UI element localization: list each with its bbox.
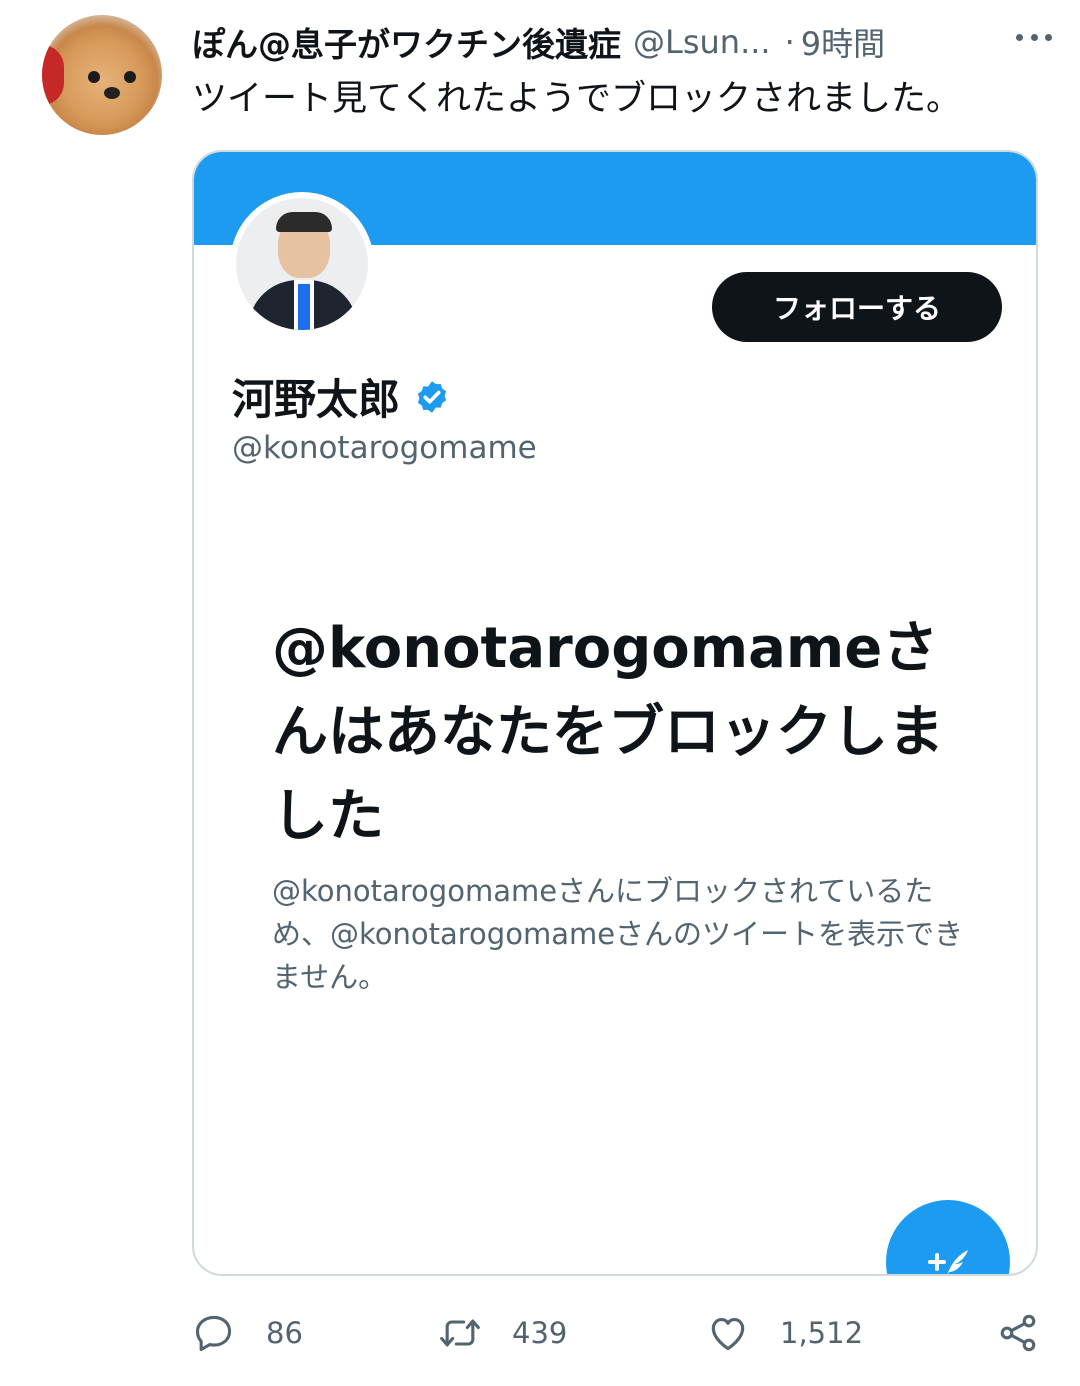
blocked-description: @konotarogomameさんにブロックされているため、@konotarog…	[272, 874, 964, 994]
author-display-name[interactable]: ぽん@息子がワクチン後遺症	[192, 18, 621, 66]
separator-dot: ·	[784, 23, 795, 61]
tweet-timestamp[interactable]: 9時間	[801, 19, 885, 65]
tweet-header: ぽん@息子がワクチン後遺症 @Lsun... · 9時間	[192, 12, 1052, 72]
share-icon	[1000, 1314, 1036, 1352]
profile-avatar	[230, 192, 374, 336]
retweet-icon	[440, 1319, 480, 1347]
like-icon	[711, 1318, 745, 1351]
retweet-button[interactable]: 439	[438, 1310, 567, 1356]
reply-icon	[195, 1315, 232, 1352]
author-avatar[interactable]	[42, 15, 162, 135]
avatar-background-red	[42, 45, 64, 105]
like-count: 1,512	[780, 1316, 864, 1350]
tweet-media-image[interactable]: フォローする 河野太郎 @konotarogomame @konotarogom…	[192, 150, 1038, 1276]
blocked-title: @konotarogomameさんはあなたをブロックしました	[272, 616, 944, 849]
author-handle[interactable]: @Lsun...	[633, 23, 771, 61]
retweet-count: 439	[512, 1316, 568, 1350]
profile-name: 河野太郎	[232, 375, 401, 424]
compose-icon	[928, 1250, 968, 1274]
follow-button[interactable]: フォローする	[712, 272, 1002, 342]
avatar-nose	[104, 87, 120, 99]
tweet-text: ツイート見てくれたようでブロックされました。	[192, 79, 961, 119]
compose-button[interactable]	[886, 1200, 1010, 1274]
verified-icon	[417, 380, 447, 413]
share-button[interactable]	[996, 1310, 1040, 1356]
more-icon[interactable]	[1016, 22, 1052, 52]
tweet-action-bar: 86 439 1,512	[192, 1310, 1052, 1356]
reply-button[interactable]: 86	[192, 1310, 303, 1356]
avatar-eye-right	[124, 71, 136, 83]
profile-name-row: 河野太郎	[232, 366, 450, 427]
avatar-eye-left	[88, 71, 100, 83]
profile-handle: @konotarogomame	[232, 430, 537, 466]
like-button[interactable]: 1,512	[706, 1310, 863, 1356]
reply-count: 86	[266, 1316, 303, 1350]
